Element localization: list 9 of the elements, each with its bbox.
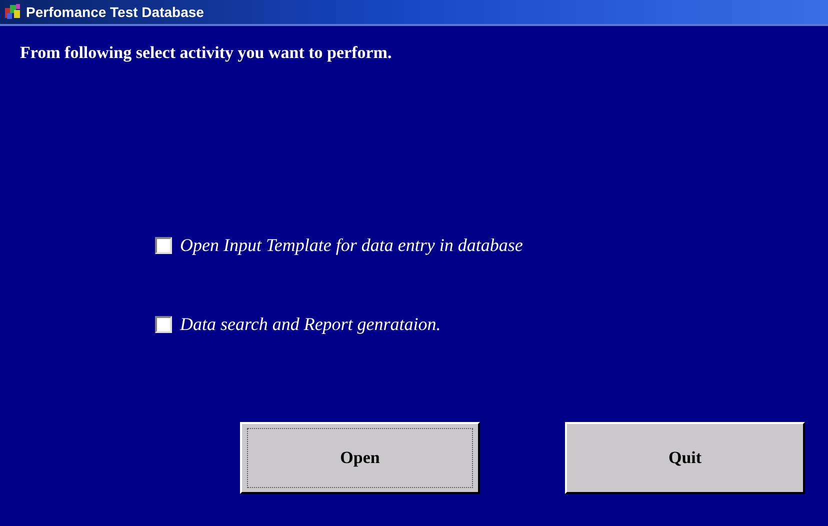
action-button[interactable]: Open <box>240 422 480 494</box>
window-title: Perfomance Test Database <box>26 2 204 22</box>
option-label: Data search and Report genrataion. <box>180 312 441 336</box>
app-icon <box>4 3 22 21</box>
checkbox[interactable] <box>155 316 172 332</box>
option-label: Open Input Template for data entry in database <box>180 234 523 257</box>
prompt-text: From following select activity you want to perform. <box>20 42 393 64</box>
checkbox[interactable] <box>155 236 172 254</box>
action-button[interactable]: Quit <box>565 422 805 494</box>
